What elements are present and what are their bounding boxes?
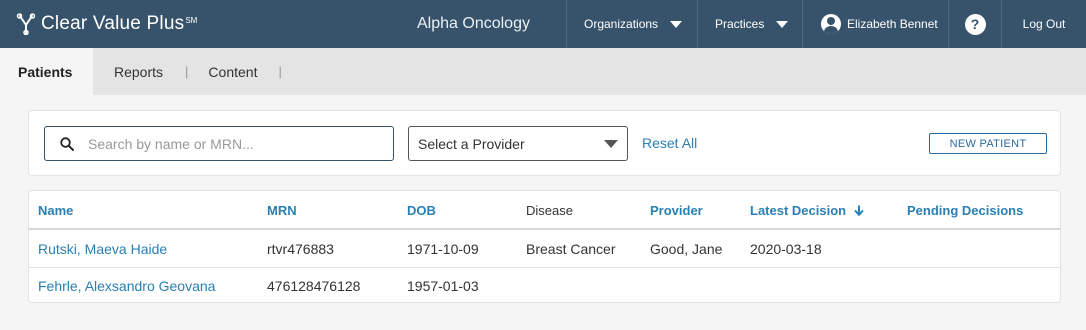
column-header-pending-decisions[interactable]: Pending Decisions [907,203,1023,218]
user-menu[interactable]: Elizabeth Bennet [802,0,948,48]
organization-title: Alpha Oncology [417,15,530,32]
table-row[interactable]: Fehrle, Alexsandro Geovana 476128476128 … [29,268,1060,305]
arrow-down-icon [853,205,864,216]
organizations-dropdown[interactable]: Organizations [566,0,697,48]
logout-button[interactable]: Log Out [1001,0,1086,48]
search-box[interactable] [44,126,394,161]
patient-mrn: 476128476128 [267,278,361,294]
column-header-provider[interactable]: Provider [650,203,703,218]
provider-select[interactable]: Select a Provider [408,126,628,161]
patient-name-link[interactable]: Fehrle, Alexsandro Geovana [38,278,215,294]
tab-patients[interactable]: Patients [0,48,93,95]
search-icon [60,136,74,151]
search-input[interactable] [88,135,378,152]
brand-name: Clear Value Plus [41,13,185,34]
user-avatar-icon [821,14,841,34]
new-patient-button[interactable]: NEW PATIENT [929,133,1047,154]
patient-provider: Good, Jane [650,241,723,257]
column-header-name[interactable]: Name [38,203,73,218]
organizations-label: Organizations [584,17,659,31]
branch-logo-icon [16,13,36,35]
patient-disease: Breast Cancer [526,241,616,257]
brand[interactable]: Clear Value Plus SM [0,0,390,48]
column-header-mrn[interactable]: MRN [267,203,297,218]
patient-dob: 1971-10-09 [407,241,479,257]
user-name: Elizabeth Bennet [847,17,938,31]
help-button[interactable]: ? [948,0,1001,48]
practices-dropdown[interactable]: Practices [697,0,802,48]
patient-mrn: rtvr476883 [267,241,334,257]
service-mark: SM [185,15,198,25]
reset-all-link[interactable]: Reset All [642,135,697,151]
patient-name-link[interactable]: Rutski, Maeva Haide [38,241,167,257]
chevron-down-icon [670,20,683,28]
patient-dob: 1957-01-03 [407,278,479,294]
chevron-down-icon [776,20,789,28]
practices-label: Practices [715,17,765,31]
table-header: Name MRN DOB Disease Provider Latest Dec… [29,191,1060,230]
tab-separator: | [278,64,282,79]
column-header-disease: Disease [526,203,573,218]
provider-select-value: Select a Provider [418,135,525,152]
column-header-dob[interactable]: DOB [407,203,436,218]
filter-card: Select a Provider Reset All NEW PATIENT [28,110,1061,176]
column-header-latest-decision[interactable]: Latest Decision [750,203,864,218]
chevron-down-icon [604,139,618,148]
patient-latest-decision: 2020-03-18 [750,241,822,257]
column-header-latest-decision-label: Latest Decision [750,203,847,218]
tab-content[interactable]: Content [208,48,257,95]
tab-separator: | [185,64,189,79]
top-nav-bar: Clear Value Plus SM Alpha Oncology Organ… [0,0,1086,48]
patients-table: Name MRN DOB Disease Provider Latest Dec… [28,190,1061,303]
help-icon: ? [964,13,986,35]
logout-label: Log Out [1022,17,1066,31]
table-row[interactable]: Rutski, Maeva Haide rtvr476883 1971-10-0… [29,231,1060,268]
tab-reports[interactable]: Reports [114,48,163,95]
section-tabs: Patients Reports | Content | [0,48,1086,95]
